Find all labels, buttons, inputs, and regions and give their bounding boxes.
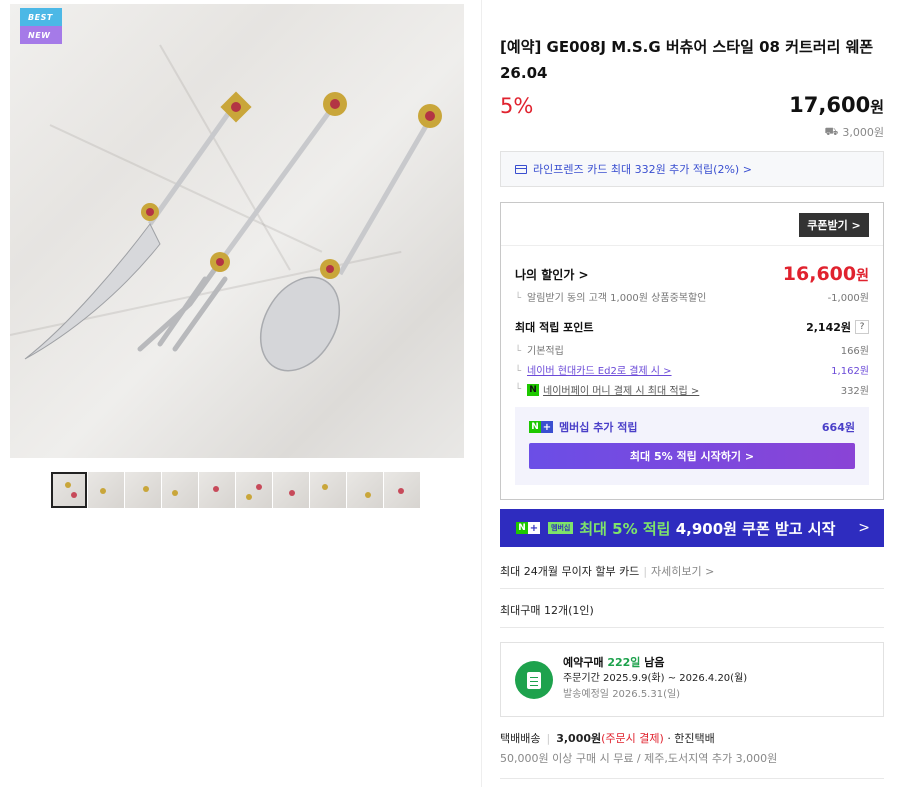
preorder-info: 예약구매 222일 남음 주문기간 2025.9.9(화) ~ 2026.4.2…: [563, 656, 748, 700]
product-main-image[interactable]: BEST NEW: [10, 4, 464, 458]
thumbnail[interactable]: [273, 472, 309, 508]
delivery-fee: 3,000원: [556, 732, 602, 745]
ship-date-label: 발송예정일: [563, 689, 609, 700]
membership-box: N + 멤버십 추가 적립 664원 최대 5% 적립 시작하기 >: [515, 407, 869, 485]
naver-plus-icon: N +: [529, 421, 553, 433]
thumbnail-strip: [51, 472, 420, 508]
price-unit: 원: [870, 98, 884, 116]
cutlery-illustration: [24, 91, 442, 372]
alarm-discount-label: 알림받기 동의 고객 1,000원 상품중복할인: [527, 293, 707, 304]
delivery-pay-method: (주문시 결제): [601, 732, 664, 745]
column-divider: [481, 0, 482, 787]
thumbnail[interactable]: [162, 472, 198, 508]
ship-date: 2026.5.31(일): [612, 689, 681, 700]
membership-row: N + 멤버십 추가 적립 664원: [529, 419, 855, 435]
thumbnail[interactable]: [310, 472, 346, 508]
card-promo-banner[interactable]: 라인프렌즈 카드 최대 332원 추가 적립(2%) >: [500, 151, 884, 187]
my-price: 16,600원: [783, 263, 869, 285]
npay-points-row: └ N 네이버페이 머니 결제 시 최대 적립 > 332원: [515, 382, 869, 397]
delivery-type: 택배배송: [500, 732, 541, 745]
price-value: 17,600: [789, 93, 871, 117]
shipping-fee-summary: ⛟ 3,000원: [825, 124, 884, 140]
npay-link[interactable]: 네이버페이 머니 결제 시 최대 적립 >: [543, 382, 699, 397]
divider: [500, 627, 884, 628]
basic-points-value: 166원: [840, 346, 869, 357]
order-period-label: 주문기간: [563, 673, 600, 684]
my-price-row: 나의 할인가 > 16,600원: [515, 263, 869, 285]
delivery-row: 택배배송 | 3,000원(주문시 결제) · 한진택배: [500, 732, 715, 745]
divider: [501, 245, 883, 246]
membership-coupon-banner[interactable]: N + 멤버십 최대 5% 적립 4,900원 쿠폰 받고 시작 >: [500, 509, 884, 547]
my-price-label[interactable]: 나의 할인가 >: [515, 266, 589, 283]
alarm-discount-row: └ 알림받기 동의 고객 1,000원 상품중복할인 -1,000원: [515, 289, 869, 304]
best-badge: BEST: [20, 8, 62, 26]
sale-price: 17,600원: [789, 93, 884, 117]
membership-banner-text: 최대 5% 적립 4,900원 쿠폰 받고 시작: [579, 519, 836, 538]
credit-card-icon: [515, 164, 527, 174]
installment-row: 최대 24개월 무이자 할부 카드 | 자세히보기 >: [500, 565, 715, 578]
product-title: [예약] GE008J M.S.G 버츄어 스타일 08 커트러리 웨폰 26.…: [500, 38, 874, 82]
preorder-box: 예약구매 222일 남음 주문기간 2025.9.9(화) ~ 2026.4.2…: [500, 642, 884, 717]
membership-tag: 멤버십: [548, 522, 574, 534]
membership-label: 멤버십 추가 적립: [559, 421, 638, 434]
benefit-box: 쿠폰받기 > 나의 할인가 > 16,600원 └ 알림받기 동의 고객 1,00…: [500, 202, 884, 500]
installment-label: 최대 24개월 무이자 할부 카드: [500, 565, 640, 578]
shipping-fee-value: 3,000원: [842, 126, 884, 139]
preorder-days-left: 222일: [607, 656, 641, 669]
divider: [500, 778, 884, 779]
preorder-title: 예약구매: [563, 656, 604, 669]
thumbnail[interactable]: [236, 472, 272, 508]
thumbnail[interactable]: [199, 472, 235, 508]
installment-detail-link[interactable]: 자세히보기 >: [651, 565, 714, 578]
my-price-value: 16,600: [782, 263, 857, 285]
npay-points-value: 332원: [840, 386, 869, 397]
alarm-discount-value: -1,000원: [827, 293, 869, 304]
order-period: 2025.9.9(화) ~ 2026.4.20(월): [603, 673, 748, 684]
naver-plus-icon: N +: [516, 522, 540, 534]
naver-card-link[interactable]: 네이버 현대카드 Ed2로 결제 시 >: [527, 366, 672, 377]
chevron-right-icon: >: [858, 520, 870, 536]
divider: [500, 588, 884, 589]
naver-card-points-value: 1,162원: [831, 366, 869, 377]
thumbnail[interactable]: [384, 472, 420, 508]
membership-value: 664원: [821, 421, 855, 434]
max-points-row: 최대 적립 포인트 2,142원?: [515, 319, 869, 335]
thumbnail[interactable]: [51, 472, 87, 508]
max-purchase: 최대구매 12개(1인): [500, 604, 594, 617]
thumbnail[interactable]: [125, 472, 161, 508]
new-badge: NEW: [20, 26, 62, 44]
max-points-value: 2,142원: [806, 321, 851, 334]
card-promo-text: 라인프렌즈 카드 최대 332원 추가 적립(2%) >: [533, 163, 752, 176]
truck-icon: ⛟: [824, 124, 839, 138]
delivery-carrier: · 한진택배: [667, 732, 715, 745]
delivery-note: 50,000원 이상 구매 시 무료 / 제주,도서지역 추가 3,000원: [500, 752, 778, 765]
basic-points-label: 기본적립: [527, 346, 564, 357]
max-points-label: 최대 적립 포인트: [515, 321, 594, 334]
my-price-unit: 원: [856, 268, 869, 284]
discount-rate: 5%: [500, 94, 534, 118]
basic-points-row: └ 기본적립 166원: [515, 342, 869, 357]
thumbnail[interactable]: [88, 472, 124, 508]
naver-card-points-row: └ 네이버 현대카드 Ed2로 결제 시 > 1,162원: [515, 362, 869, 377]
thumbnail[interactable]: [347, 472, 383, 508]
help-icon[interactable]: ?: [855, 320, 869, 334]
clipboard-icon: [515, 661, 553, 699]
naver-pay-icon: N: [527, 383, 540, 396]
membership-start-button[interactable]: 최대 5% 적립 시작하기 >: [529, 443, 855, 469]
get-coupon-button[interactable]: 쿠폰받기 >: [799, 213, 869, 237]
